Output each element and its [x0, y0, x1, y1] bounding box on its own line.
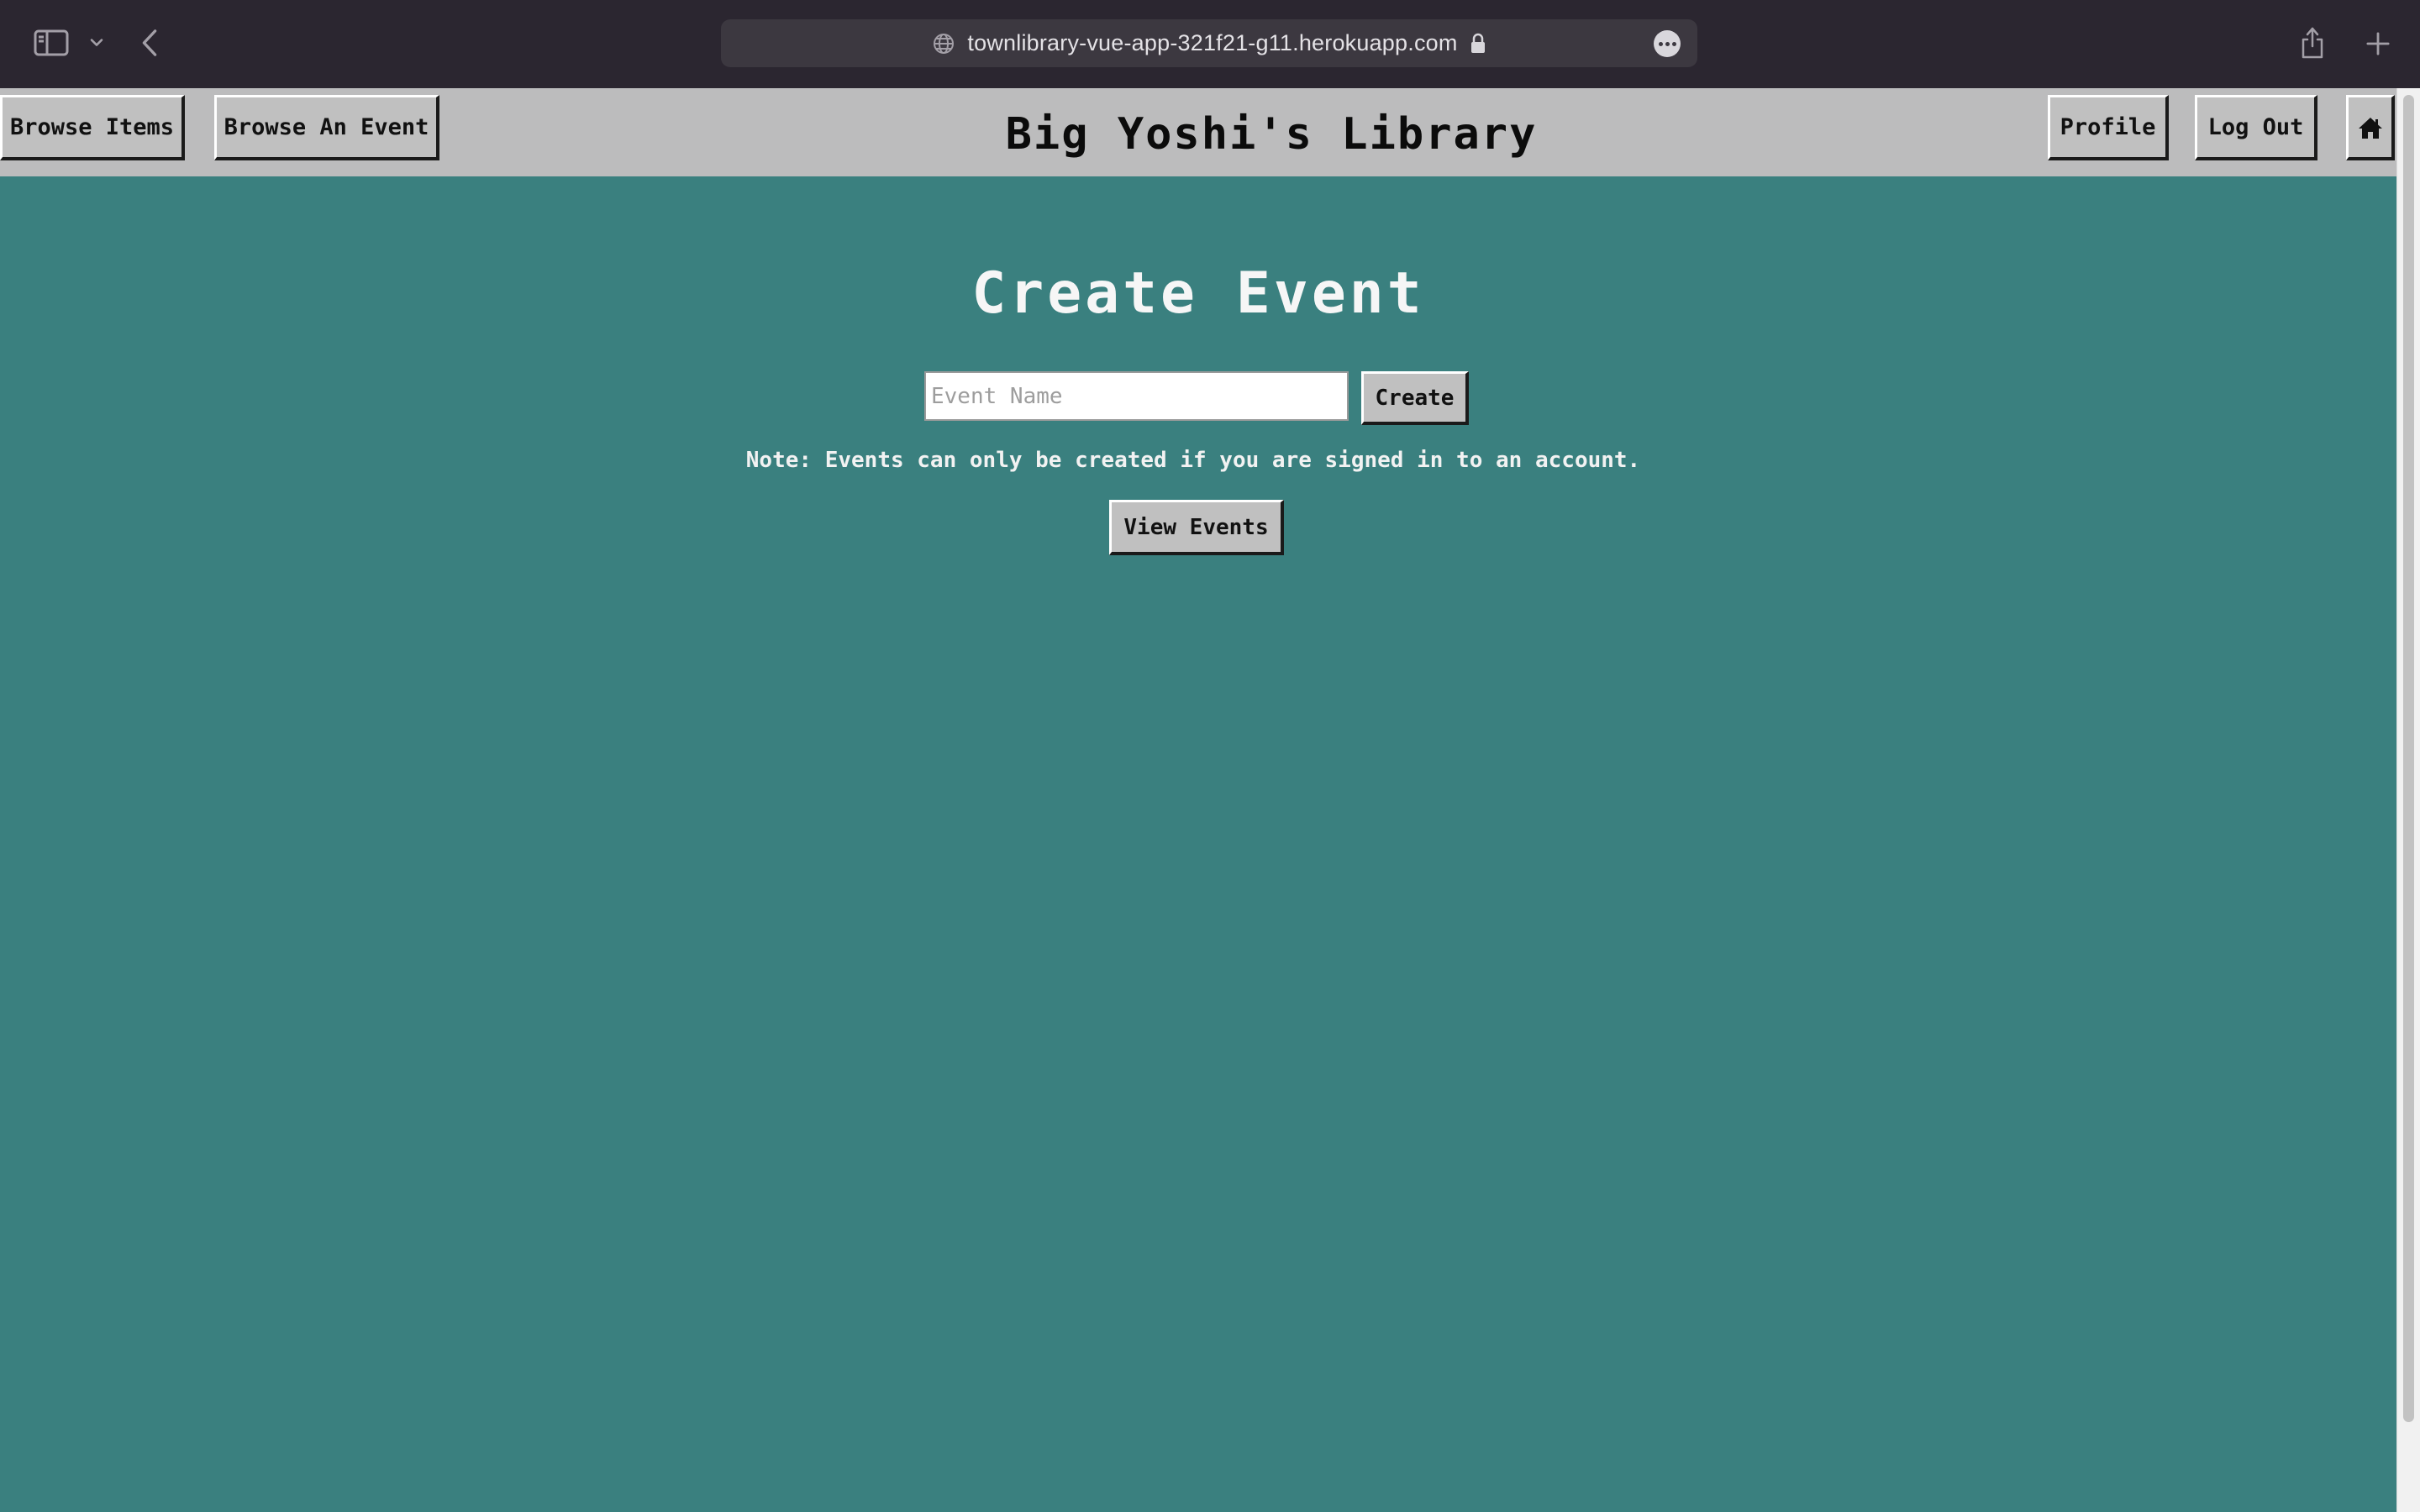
back-arrow-icon[interactable] — [134, 25, 165, 60]
lock-icon — [1470, 33, 1485, 53]
site-header: Browse Items Browse An Event Big Yoshi's… — [0, 88, 2396, 176]
profile-button[interactable]: Profile — [2048, 95, 2169, 160]
share-icon[interactable] — [2294, 22, 2331, 64]
log-out-button[interactable]: Log Out — [2195, 95, 2317, 160]
home-icon — [2358, 117, 2382, 139]
sign-in-note: Note: Events can only be created if you … — [745, 448, 1641, 473]
address-bar[interactable]: townlibrary-vue-app-321f21-g11.herokuapp… — [721, 19, 1697, 67]
browse-items-button[interactable]: Browse Items — [0, 95, 185, 160]
chevron-down-icon[interactable] — [84, 32, 109, 54]
plus-icon[interactable] — [2360, 25, 2396, 62]
scrollbar-thumb[interactable] — [2403, 95, 2414, 1422]
create-button[interactable]: Create — [1361, 371, 1469, 425]
main-content: Create Event Create Note: Events can onl… — [0, 176, 2396, 1512]
page-title: Create Event — [971, 260, 1425, 327]
sidebar-icon[interactable] — [32, 29, 71, 57]
view-events-button[interactable]: View Events — [1109, 500, 1284, 555]
browser-toolbar: townlibrary-vue-app-321f21-g11.herokuapp… — [0, 0, 2420, 88]
site-title: Big Yoshi's Library — [1005, 109, 1538, 160]
url-text: townlibrary-vue-app-321f21-g11.herokuapp… — [967, 30, 1458, 55]
page-scrollbar[interactable] — [2396, 88, 2420, 1512]
home-button[interactable] — [2346, 95, 2395, 160]
globe-icon — [934, 33, 955, 54]
more-icon[interactable] — [1654, 30, 1681, 57]
browse-an-event-button[interactable]: Browse An Event — [214, 95, 439, 160]
event-name-input[interactable] — [924, 371, 1349, 421]
